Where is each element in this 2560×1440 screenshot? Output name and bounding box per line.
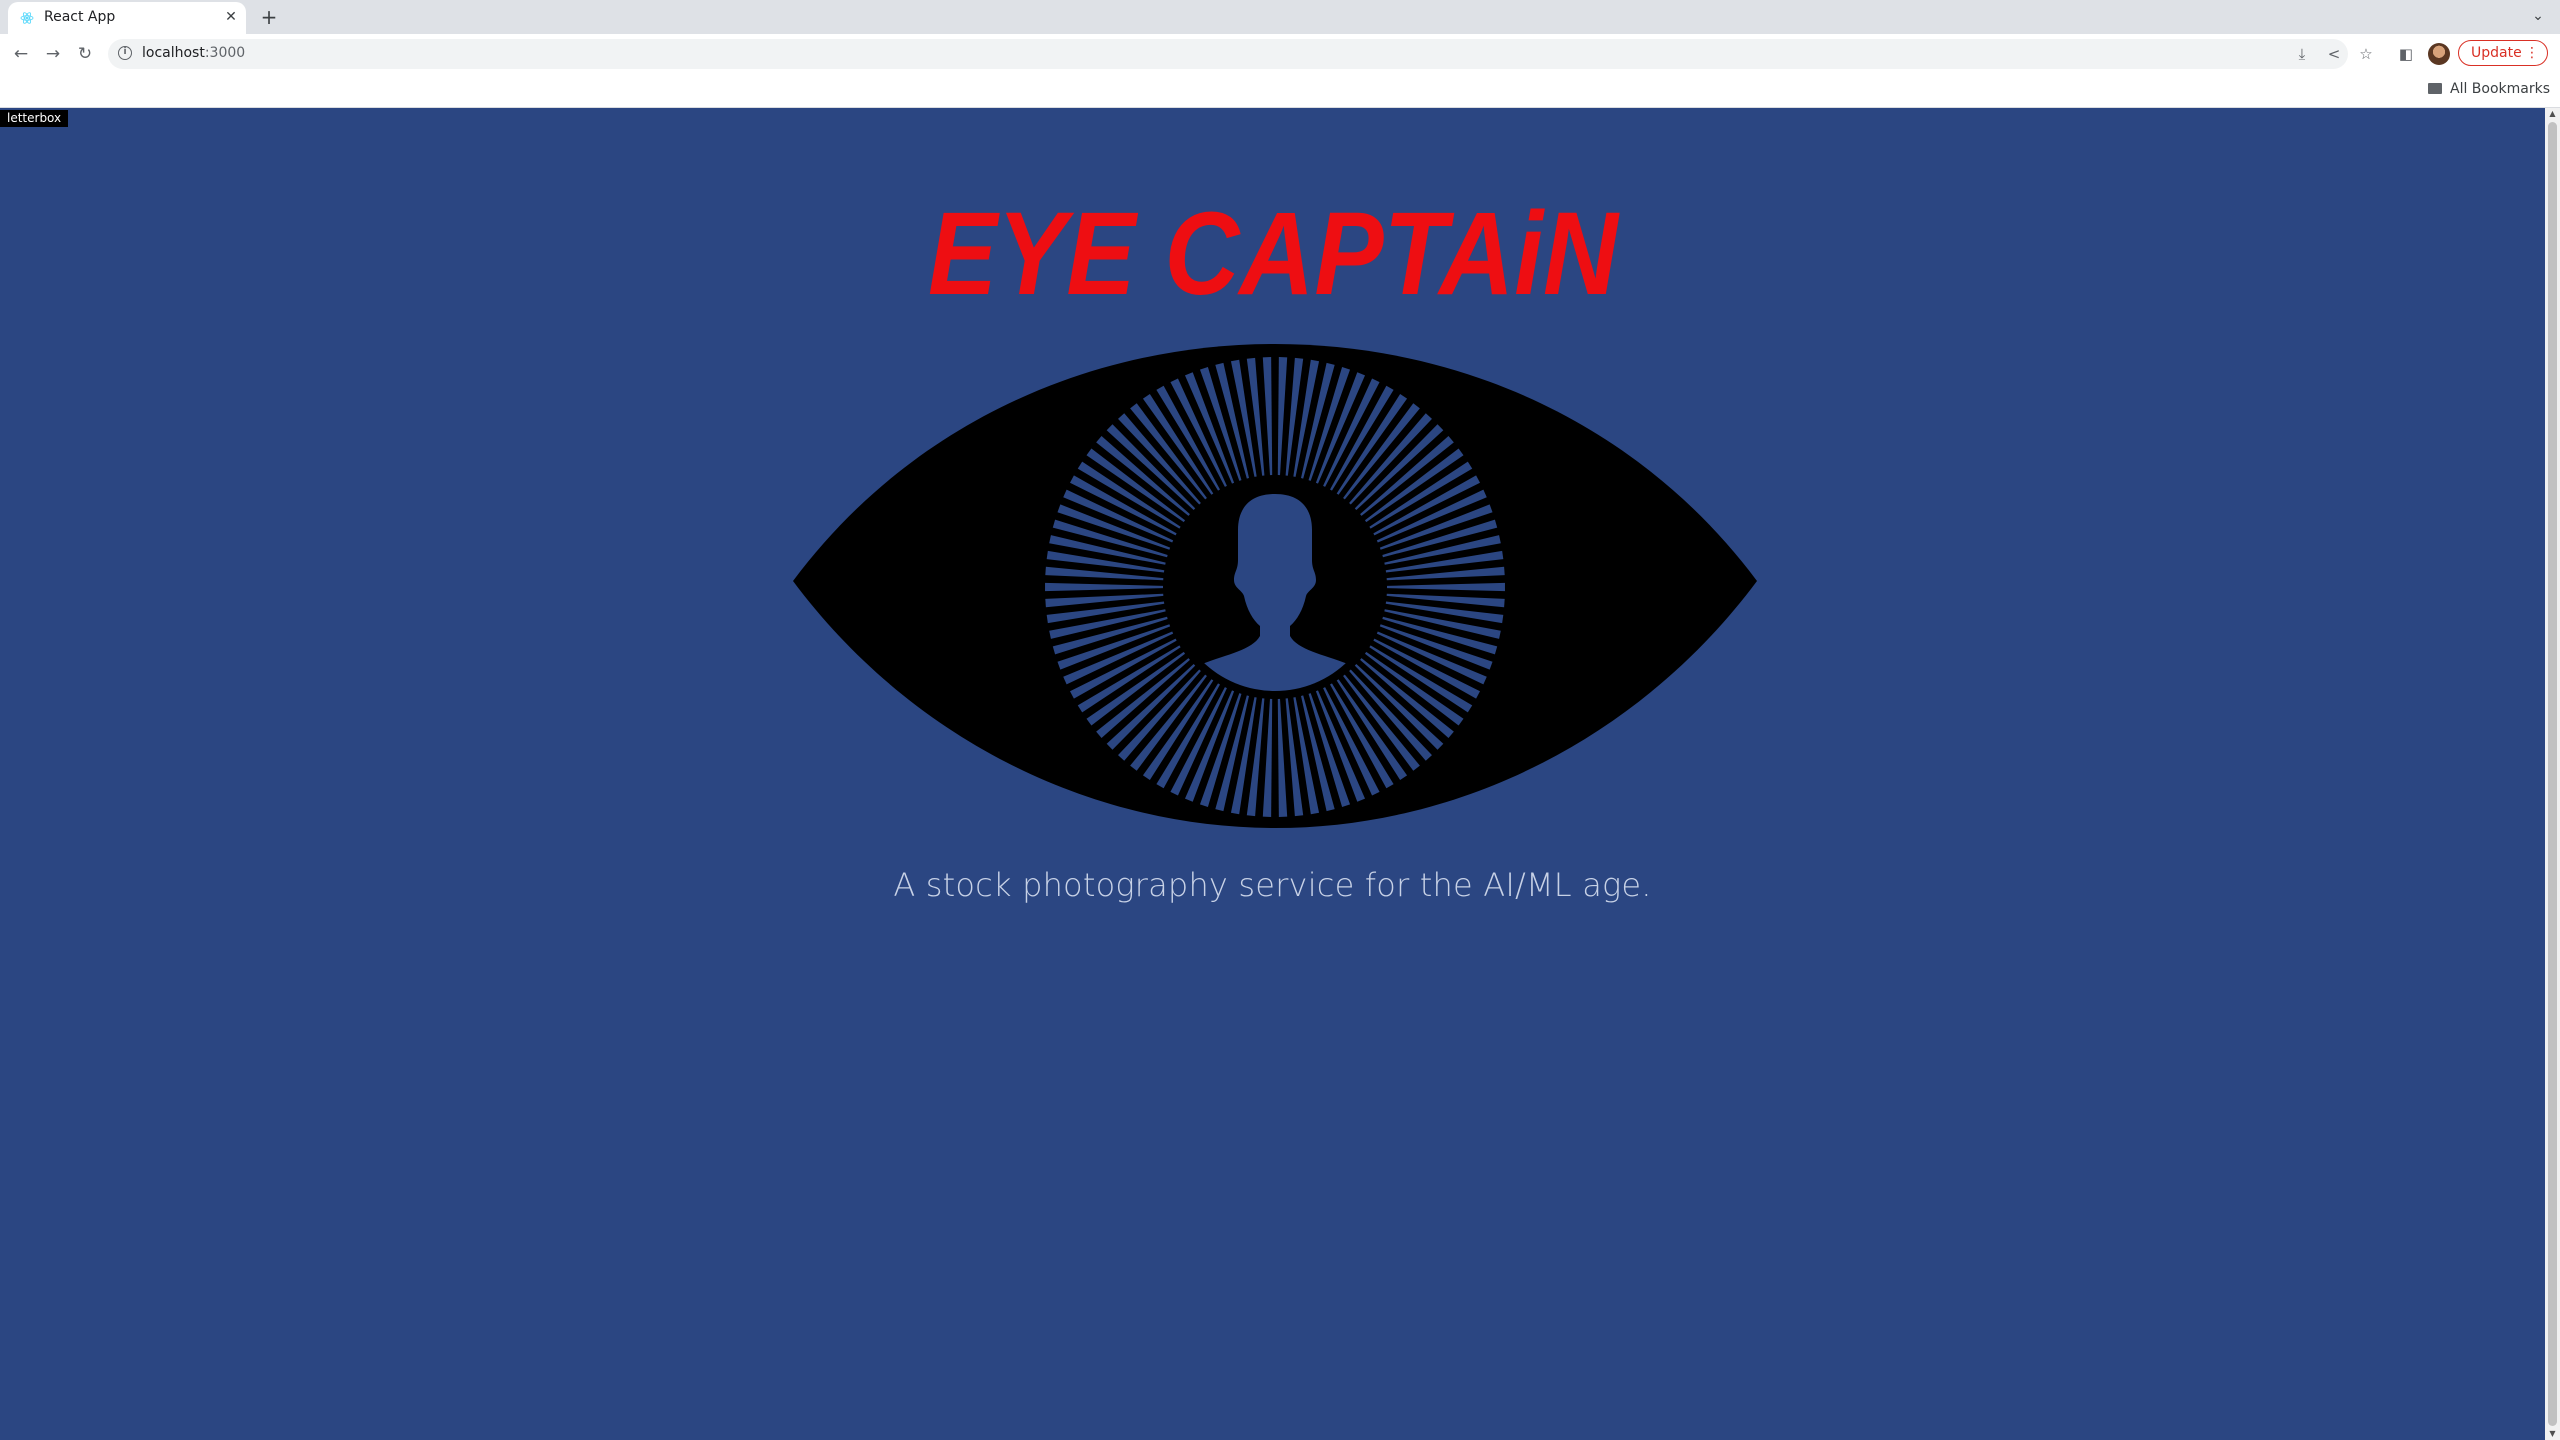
scroll-up-icon[interactable]: ▲ xyxy=(2545,108,2560,120)
page-viewport: letterbox EYE CAPTAiN A stock photograph… xyxy=(0,108,2545,1440)
tagline: A stock photography service for the AI/M… xyxy=(893,866,1652,904)
side-panel-icon[interactable]: ◧ xyxy=(2396,44,2416,64)
eye-logo xyxy=(793,344,1757,828)
update-label: Update xyxy=(2471,45,2522,61)
brand-title-svg: EYE CAPTAiN xyxy=(928,188,1620,318)
chevron-down-icon[interactable]: ⌄ xyxy=(2526,4,2550,28)
all-bookmarks-label: All Bookmarks xyxy=(2450,81,2551,97)
back-arrow-icon[interactable]: ← xyxy=(10,43,32,65)
star-icon[interactable]: ☆ xyxy=(2356,44,2376,64)
plus-icon[interactable]: + xyxy=(258,6,280,28)
bookmarks-bar: All Bookmarks xyxy=(0,74,2560,108)
browser-toolbar: ← → ↻ i localhost:3000 ⤓ < ☆ ◧ Update ⋮ xyxy=(0,34,2560,74)
address-bar[interactable]: i localhost:3000 xyxy=(108,39,2348,69)
scroll-down-icon[interactable]: ▼ xyxy=(2545,1428,2560,1440)
tab-strip: React App ✕ + ⌄ xyxy=(0,0,2560,34)
reload-icon[interactable]: ↻ xyxy=(74,43,96,65)
close-icon[interactable]: ✕ xyxy=(222,8,240,26)
react-icon xyxy=(20,12,34,24)
forward-arrow-icon[interactable]: → xyxy=(42,43,64,65)
scrollbar[interactable]: ▲ ▼ xyxy=(2545,108,2560,1440)
all-bookmarks-button[interactable]: All Bookmarks xyxy=(2428,81,2550,101)
more-vert-icon: ⋮ xyxy=(2525,45,2539,61)
url-text[interactable]: localhost:3000 xyxy=(142,45,245,61)
url-port: :3000 xyxy=(204,45,246,61)
letterbox-label: letterbox xyxy=(0,110,69,127)
install-icon[interactable]: ⤓ xyxy=(2292,44,2312,64)
brand-title: EYE CAPTAiN xyxy=(0,178,2545,322)
folder-icon xyxy=(2428,83,2442,94)
tab-title: React App xyxy=(44,9,116,25)
update-button[interactable]: Update ⋮ xyxy=(2458,40,2548,66)
share-icon[interactable]: < xyxy=(2324,44,2344,64)
url-host: localhost xyxy=(142,45,205,61)
scroll-thumb[interactable] xyxy=(2548,122,2557,1426)
avatar[interactable] xyxy=(2428,43,2450,65)
browser-tab[interactable]: React App ✕ xyxy=(8,2,246,34)
info-icon[interactable]: i xyxy=(118,46,132,60)
brand-title-text: EYE CAPTAiN xyxy=(928,188,1620,318)
